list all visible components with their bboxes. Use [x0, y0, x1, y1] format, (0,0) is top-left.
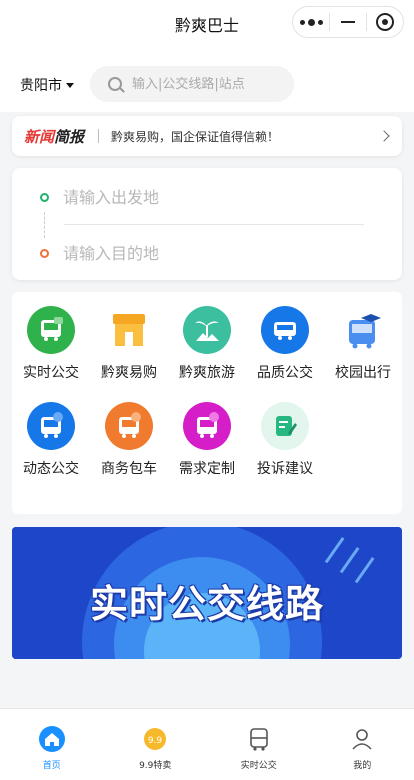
service-label: 黔爽易购: [101, 365, 157, 381]
service-shop[interactable]: 黔爽易购: [90, 306, 168, 382]
service-feedback[interactable]: 投诉建议: [246, 402, 324, 478]
service-charter[interactable]: 商务包车: [90, 402, 168, 478]
route-planner-card: [12, 168, 402, 280]
more-dots-icon: [299, 18, 323, 26]
tab-realtime-bus[interactable]: 实时公交: [207, 709, 311, 780]
search-icon: [108, 77, 122, 91]
service-campus[interactable]: 校园出行: [324, 306, 402, 382]
more-button[interactable]: [293, 7, 329, 37]
tab-profile[interactable]: 我的: [311, 709, 414, 780]
service-label: 校园出行: [335, 365, 391, 381]
navigation-bar: 黔爽巴士: [0, 0, 414, 46]
minus-icon: [341, 21, 355, 23]
search-box[interactable]: [90, 66, 294, 102]
service-dynamic-bus[interactable]: 动态公交: [12, 402, 90, 478]
service-label: 品质公交: [257, 365, 313, 381]
tab-label: 首页: [42, 761, 61, 771]
city-selector[interactable]: 贵阳市: [20, 75, 74, 95]
service-label: 黔爽旅游: [179, 365, 235, 381]
service-label: 需求定制: [179, 461, 235, 477]
route-connector: [44, 212, 45, 238]
shop-icon: [105, 306, 153, 354]
home-icon: [38, 725, 66, 753]
custom-bus-icon: [183, 402, 231, 450]
divider: [64, 224, 364, 225]
news-tag: 新闻简报: [24, 126, 84, 147]
charter-bus-icon: [105, 402, 153, 450]
service-label: 实时公交: [23, 365, 79, 381]
origin-dot-icon: [40, 193, 49, 202]
banner-headline: 实时公交线路: [89, 582, 324, 626]
tab-label: 实时公交: [240, 761, 277, 771]
service-quality-bus[interactable]: 品质公交: [246, 306, 324, 382]
palm-tree-icon: [183, 306, 231, 354]
caret-down-icon: [66, 82, 74, 88]
target-icon: [376, 13, 394, 31]
news-tag-red: 新闻: [24, 127, 55, 146]
quality-bus-icon: [261, 306, 309, 354]
service-tourism[interactable]: 黔爽旅游: [168, 306, 246, 382]
search-row: 贵阳市: [0, 46, 414, 112]
tab-home[interactable]: 首页: [0, 709, 104, 780]
destination-dot-icon: [40, 249, 49, 258]
chevron-right-icon: [378, 130, 390, 142]
miniprogram-capsule: [292, 6, 404, 38]
news-text: 黔爽易购，国企保证值得信赖！: [111, 129, 280, 144]
tab-label: 9.9特卖: [139, 761, 172, 771]
service-label: 投诉建议: [257, 461, 313, 477]
city-label: 贵阳市: [20, 78, 62, 94]
destination-row: [40, 244, 313, 263]
destination-input[interactable]: [63, 244, 313, 263]
tab-sale[interactable]: 9.9 9.9特卖: [104, 709, 208, 780]
profile-icon: [348, 725, 376, 753]
minimize-button[interactable]: [330, 7, 366, 37]
origin-input[interactable]: [63, 188, 313, 207]
divider: [98, 129, 100, 143]
service-grid: 实时公交 黔爽易购 黔爽旅游 品质公交 校园出行 动态公交 商务包车 需求定制 …: [12, 292, 402, 514]
campus-bus-icon: [339, 306, 387, 354]
realtime-bus-icon: [27, 306, 75, 354]
news-tag-dark: 简报: [54, 127, 85, 146]
service-custom[interactable]: 需求定制: [168, 402, 246, 478]
service-realtime-bus[interactable]: 实时公交: [12, 306, 90, 382]
bus-tab-icon: [245, 725, 273, 753]
feedback-icon: [261, 402, 309, 450]
service-label: 动态公交: [23, 461, 79, 477]
close-button[interactable]: [367, 7, 403, 37]
service-label: 商务包车: [101, 461, 157, 477]
sale-badge-icon: 9.9: [141, 725, 169, 753]
search-input[interactable]: [132, 76, 282, 92]
news-ticker[interactable]: 新闻简报 黔爽易购，国企保证值得信赖！: [12, 116, 402, 156]
tab-label: 我的: [353, 761, 372, 771]
promo-banner[interactable]: 实时公交线路: [12, 527, 402, 659]
tab-bar: 首页 9.9 9.9特卖 实时公交 我的: [0, 708, 414, 780]
dynamic-bus-icon: [27, 402, 75, 450]
svg-text:9.9: 9.9: [148, 736, 163, 746]
origin-row: [40, 188, 313, 207]
